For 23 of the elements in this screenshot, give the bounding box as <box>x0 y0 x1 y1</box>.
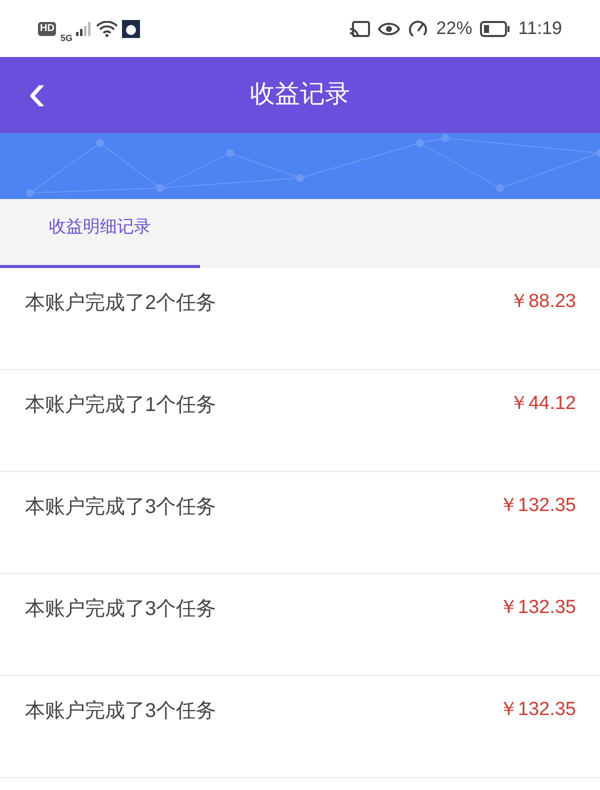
record-description: 本账户完成了3个任务 <box>25 597 216 622</box>
app-notification-icon <box>122 20 140 38</box>
record-amount: ￥88.23 <box>509 290 576 314</box>
record-description: 本账户完成了3个任务 <box>25 495 216 520</box>
speedometer-icon <box>408 20 428 38</box>
wifi-icon <box>96 20 118 36</box>
record-amount: ￥132.35 <box>498 596 576 620</box>
record-description: 本账户完成了3个任务 <box>25 699 216 724</box>
record-amount: ￥44.12 <box>509 392 576 416</box>
signal-icon <box>76 22 92 36</box>
eye-icon <box>378 22 400 36</box>
record-amount: ￥132.35 <box>498 698 576 722</box>
time-label: 11:19 <box>518 17 562 40</box>
record-amount: ￥132.35 <box>498 494 576 518</box>
network-badge: HD <box>38 22 56 36</box>
page-title: 收益记录 <box>250 79 350 110</box>
network-type-label: 5G <box>60 34 72 43</box>
record-description: 本账户完成了1个任务 <box>25 393 216 418</box>
back-button[interactable]: ‹ <box>22 65 52 119</box>
battery-icon <box>480 20 510 36</box>
battery-percent-label: 22% <box>436 17 472 40</box>
record-description: 本账户完成了2个任务 <box>25 291 216 316</box>
cast-icon <box>350 20 370 36</box>
